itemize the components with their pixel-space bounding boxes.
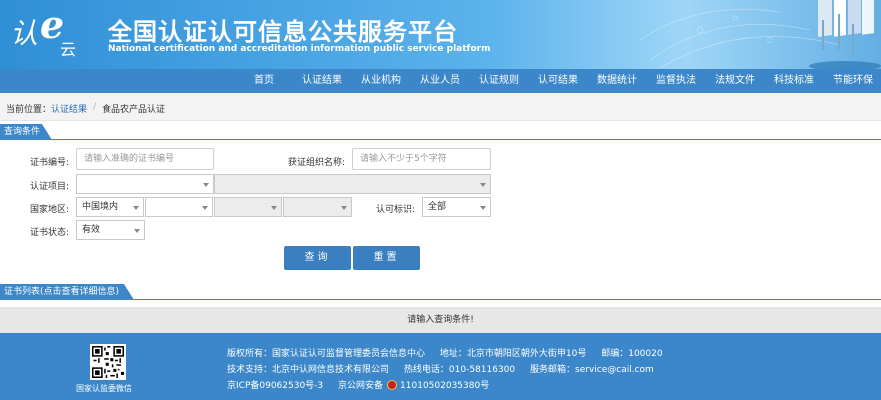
cert-status-value: 有效 <box>82 225 101 235</box>
org-name-label: 获证组织名称: <box>288 158 346 168</box>
nav-item-statistics[interactable]: 数据统计 <box>597 69 637 93</box>
cert-no-input[interactable]: 请输入准确的证书编号 <box>76 148 214 170</box>
nav-item-home[interactable]: 首页 <box>254 69 274 93</box>
nav-item-energy[interactable]: 节能环保 <box>833 69 873 93</box>
breadcrumb-link-cert-results[interactable]: 认证结果 <box>51 102 87 115</box>
cert-project-select[interactable] <box>76 174 214 194</box>
footer-copyright: 版权所有：国家认证认可监督管理委员会信息中心 <box>227 349 426 359</box>
footer-email[interactable]: 服务邮箱：service@cail.com <box>530 365 654 375</box>
empty-result-message: 请输入查询条件! <box>0 307 881 333</box>
footer-police-label[interactable]: 京公网安备 <box>338 381 383 391</box>
cert-status-label: 证书状态: <box>30 228 70 238</box>
footer-tech-support: 技术支持：北京中认网信息技术有限公司 <box>227 365 390 375</box>
main-nav: 首页 认证结果 从业机构 从业人员 认证规则 认可结果 数据统计 监督执法 法规… <box>0 69 881 93</box>
wechat-qr-code <box>90 344 126 380</box>
cert-no-label: 证书编号: <box>30 158 70 168</box>
nav-item-practitioners[interactable]: 从业人员 <box>420 69 460 93</box>
nav-item-supervision[interactable]: 监督执法 <box>656 69 696 93</box>
cert-status-select[interactable]: 有效 <box>76 220 145 240</box>
chevron-down-icon <box>134 229 140 233</box>
accreditation-mark-label: 认可标识: <box>376 205 416 215</box>
chevron-down-icon <box>480 206 486 210</box>
nav-item-institutions[interactable]: 从业机构 <box>361 69 401 93</box>
list-section-title: 证书列表(点击查看详细信息) <box>0 284 134 300</box>
region-country-select[interactable]: 中国境内 <box>76 197 144 217</box>
police-badge-icon <box>387 380 398 390</box>
chevron-down-icon <box>480 183 486 187</box>
logo-ren-glyph: 认 <box>10 17 39 50</box>
search-button[interactable]: 查询 <box>284 246 351 270</box>
chevron-down-icon <box>202 206 208 210</box>
footer-hotline: 热线电话：010-58116300 <box>403 365 516 375</box>
breadcrumb-current: 食品农产品认证 <box>102 105 166 115</box>
footer-icp-link[interactable]: 京ICP备09062530号-3 <box>227 381 323 391</box>
site-header: 认 e 云 全国认证认可信息公共服务平台 National certificat… <box>0 0 881 69</box>
site-subtitle: National certification and accreditation… <box>108 44 491 54</box>
qr-code-icon <box>92 346 124 378</box>
cert-project-label: 认证项目: <box>30 182 70 192</box>
org-name-input[interactable]: 请输入不少于5个字符 <box>352 148 491 170</box>
site-footer: 国家认监委微信 版权所有：国家认证认可监督管理委员会信息中心 地址：北京市朝阳区… <box>0 333 881 400</box>
footer-line-support: 技术支持：北京中认网信息技术有限公司 热线电话：010-58116300 服务邮… <box>227 362 666 375</box>
footer-postcode: 邮编：100020 <box>601 349 663 359</box>
breadcrumb-prefix: 当前位置： <box>6 105 52 115</box>
accreditation-mark-value: 全部 <box>428 202 447 212</box>
chevron-down-icon <box>341 206 347 210</box>
header-decoration-graphic <box>640 0 881 69</box>
nav-item-cert-rules[interactable]: 认证规则 <box>479 69 519 93</box>
chevron-down-icon <box>133 206 139 210</box>
breadcrumb: 当前位置： 认证结果 / 食品农产品认证 <box>0 93 881 121</box>
region-country-value: 中国境内 <box>82 202 119 212</box>
region-city-select[interactable] <box>214 197 282 217</box>
chevron-down-icon <box>271 206 277 210</box>
accreditation-mark-select[interactable]: 全部 <box>422 197 491 217</box>
query-section-header: 查询条件 <box>0 124 881 140</box>
site-title: 全国认证认可信息公共服务平台 <box>108 18 458 46</box>
footer-address: 地址：北京市朝阳区朝外大街甲10号 <box>439 349 587 359</box>
nav-item-accreditation-results[interactable]: 认可结果 <box>538 69 578 93</box>
region-district-select[interactable] <box>283 197 352 217</box>
footer-line-icp: 京ICP备09062530号-3 京公网安备 11010502035380号 <box>227 378 501 391</box>
cert-subproject-select[interactable] <box>214 174 491 194</box>
chevron-down-icon <box>203 183 209 187</box>
nav-item-standards[interactable]: 科技标准 <box>774 69 814 93</box>
breadcrumb-separator: / <box>93 102 97 112</box>
reset-button[interactable]: 重置 <box>353 246 420 270</box>
region-province-select[interactable] <box>145 197 213 217</box>
qr-caption: 国家认监委微信 <box>76 384 132 393</box>
nav-item-cert-results[interactable]: 认证结果 <box>302 69 342 93</box>
footer-police-number[interactable]: 11010502035380号 <box>400 381 489 391</box>
site-logo[interactable]: 认 e 云 <box>10 2 92 62</box>
list-section-header: 证书列表(点击查看详细信息) <box>0 284 881 300</box>
region-label: 国家地区: <box>30 205 70 215</box>
footer-line-copyright: 版权所有：国家认证认可监督管理委员会信息中心 地址：北京市朝阳区朝外大街甲10号… <box>227 346 675 359</box>
query-section-title: 查询条件 <box>0 124 52 140</box>
logo-yun-glyph: 云 <box>60 40 77 59</box>
nav-item-regulations[interactable]: 法规文件 <box>715 69 755 93</box>
